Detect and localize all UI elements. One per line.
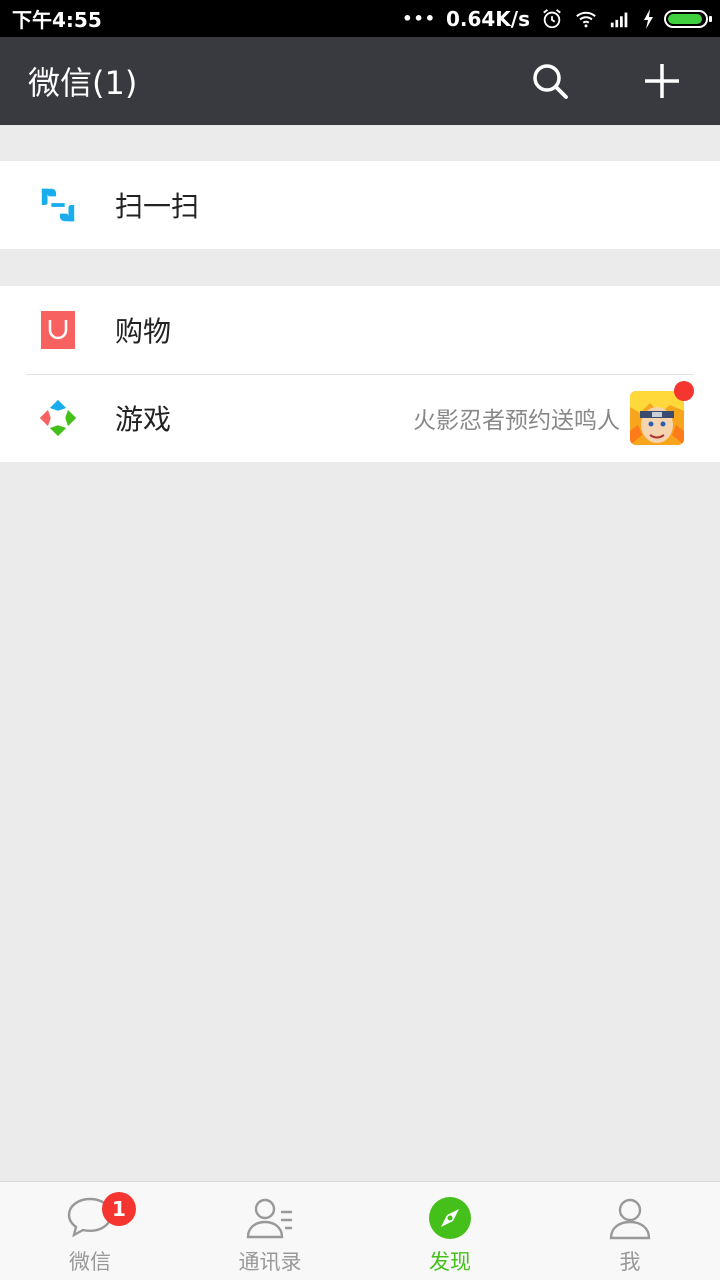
page-title: 微信(1) [28,64,138,102]
menu-group-apps: 购物 游戏 火影忍者预约送鸣人 [0,286,720,462]
menu-item-shopping[interactable]: 购物 [0,286,720,374]
plus-icon [645,64,679,98]
tab-chats[interactable]: 1 微信 [0,1182,180,1280]
menu-item-label: 扫一扫 [115,190,200,223]
menu-group-scan: 扫一扫 [0,161,720,249]
status-time: 下午4:55 [12,8,102,32]
search-icon [533,64,568,99]
shopping-bag-icon [38,310,78,350]
tab-label: 微信 [69,1250,111,1274]
game-icon [38,398,78,438]
net-speed: 0.64K/s [445,6,530,31]
search-button[interactable] [520,51,580,111]
tab-label: 通讯录 [238,1250,302,1274]
add-button[interactable] [632,51,692,111]
menu-item-scan[interactable]: 扫一扫 [0,161,720,249]
wifi-icon [576,11,596,27]
me-person-icon [605,1194,655,1242]
tab-discover[interactable]: 发现 [360,1182,540,1280]
row-divider [26,374,694,375]
scan-icon [38,185,78,225]
games-promo-thumbnail [630,381,694,445]
bottom-tab-bar: 1 微信 通讯录 发现 我 [0,1181,720,1280]
tab-label: 我 [619,1250,641,1274]
unread-dot [674,381,694,401]
tab-contacts[interactable]: 通讯录 [180,1182,360,1280]
naruto-avatar-image [630,391,684,445]
charging-icon [644,8,653,29]
menu-item-games[interactable]: 游戏 火影忍者预约送鸣人 [0,374,720,462]
unread-badge: 1 [102,1192,136,1226]
games-promo-text: 火影忍者预约送鸣人 [413,408,620,434]
status-indicators: ••• 0.64K/s [402,6,712,31]
alarm-icon [543,8,561,28]
contacts-icon [245,1194,295,1242]
battery-icon [664,9,712,28]
tab-me[interactable]: 我 [540,1182,720,1280]
menu-item-label: 购物 [115,315,172,348]
signal-icon [610,12,628,27]
tab-label: 发现 [429,1250,471,1274]
status-bar: 下午4:55 ••• 0.64K/s [0,0,720,37]
menu-item-label: 游戏 [115,403,172,436]
more-dots-icon: ••• [402,9,436,28]
app-bar: 微信(1) [0,37,720,125]
discover-compass-icon [425,1194,475,1242]
